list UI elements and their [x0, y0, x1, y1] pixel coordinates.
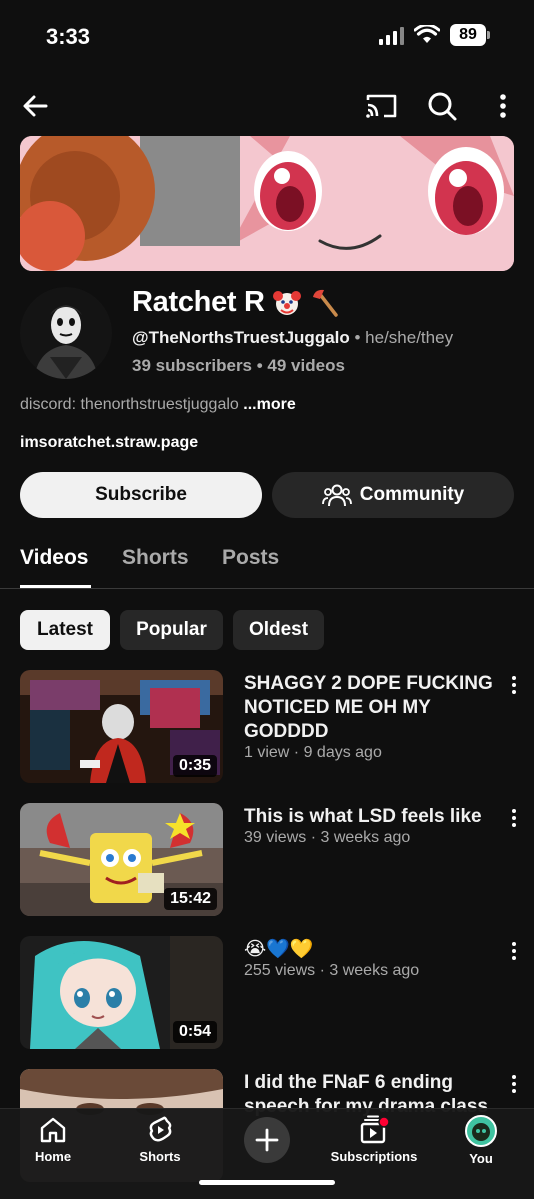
- profile-avatar-icon: [465, 1115, 497, 1147]
- channel-handle-line: @TheNorthsTruestJuggalo • he/she/they: [132, 328, 453, 348]
- clown-emoji-icon: [272, 290, 301, 315]
- channel-link[interactable]: imsoratchet.straw.page: [20, 434, 198, 452]
- bottom-navigation: Home Shorts Subscriptions You: [0, 1108, 534, 1199]
- video-duration: 15:42: [164, 888, 217, 910]
- more-options-icon[interactable]: [488, 88, 518, 124]
- cast-icon[interactable]: [362, 88, 400, 124]
- subscribe-label: Subscribe: [95, 484, 187, 505]
- subscribe-button[interactable]: Subscribe: [20, 472, 262, 518]
- create-button[interactable]: [244, 1117, 290, 1163]
- status-bar: 3:33 89: [0, 0, 534, 72]
- channel-tabs: Videos Shorts Posts: [0, 540, 534, 589]
- search-icon[interactable]: [424, 88, 460, 124]
- video-thumbnail[interactable]: 0:54: [20, 936, 223, 1049]
- cellular-signal-icon: [379, 25, 404, 45]
- video-count: 49 videos: [267, 356, 345, 375]
- filter-chip-latest[interactable]: Latest: [20, 610, 110, 650]
- battery-icon: 89: [450, 24, 490, 46]
- home-icon: [40, 1117, 66, 1143]
- nav-you[interactable]: You: [436, 1115, 526, 1166]
- plus-icon: [255, 1128, 279, 1152]
- channel-avatar[interactable]: [20, 287, 112, 379]
- video-duration: 0:35: [172, 755, 217, 777]
- video-duration: 0:54: [172, 1021, 217, 1043]
- app-bar: [0, 80, 534, 132]
- channel-description[interactable]: discord: thenorthstruestjuggalo ...more: [20, 396, 296, 414]
- nav-subscriptions-label: Subscriptions: [330, 1149, 418, 1164]
- channel-banner: [20, 136, 514, 271]
- subscriptions-icon: [360, 1115, 390, 1144]
- home-indicator: [199, 1180, 335, 1185]
- video-more-icon[interactable]: [504, 1073, 524, 1097]
- tab-videos[interactable]: Videos: [20, 546, 88, 570]
- video-meta: 255 views · 3 weeks ago: [244, 962, 420, 979]
- nav-you-label: You: [469, 1151, 493, 1166]
- community-icon: [321, 484, 352, 507]
- tab-posts[interactable]: Posts: [222, 546, 279, 570]
- nav-shorts-label: Shorts: [139, 1149, 181, 1164]
- nav-home-label: Home: [34, 1149, 72, 1164]
- back-arrow-icon[interactable]: [18, 88, 54, 124]
- video-thumbnail[interactable]: 0:35: [20, 670, 223, 783]
- separator-dot: •: [252, 356, 268, 375]
- nav-shorts[interactable]: Shorts: [115, 1115, 205, 1164]
- tab-shorts[interactable]: Shorts: [122, 546, 189, 570]
- channel-handle: @TheNorthsTruestJuggalo: [132, 328, 350, 347]
- description-text: discord: thenorthstruestjuggalo: [20, 396, 244, 413]
- community-button[interactable]: Community: [272, 472, 514, 518]
- video-title[interactable]: This is what LSD feels like: [244, 805, 496, 829]
- axe-emoji-icon: [312, 289, 338, 317]
- video-meta: 39 views · 3 weeks ago: [244, 829, 411, 846]
- battery-level: 89: [450, 24, 486, 46]
- community-label: Community: [359, 484, 465, 505]
- video-more-icon[interactable]: [504, 807, 524, 831]
- status-icons: 89: [379, 24, 490, 46]
- wifi-icon: [414, 25, 440, 43]
- nav-subscriptions[interactable]: Subscriptions: [318, 1115, 430, 1164]
- filter-chip-popular[interactable]: Popular: [120, 610, 223, 650]
- channel-pronouns: he/she/they: [365, 328, 454, 347]
- shorts-icon: [149, 1116, 172, 1142]
- video-meta: 1 view · 9 days ago: [244, 744, 382, 761]
- video-thumbnail[interactable]: 15:42: [20, 803, 223, 916]
- video-title[interactable]: 😭💙💛: [244, 938, 496, 962]
- channel-name-text: Ratchet R: [132, 286, 265, 318]
- video-more-icon[interactable]: [504, 674, 524, 698]
- active-tab-indicator: [20, 585, 91, 588]
- nav-home[interactable]: Home: [8, 1115, 98, 1164]
- subscriber-count: 39 subscribers: [132, 356, 253, 375]
- status-time: 3:33: [46, 24, 91, 49]
- channel-name: Ratchet R: [132, 286, 341, 319]
- filter-chip-oldest[interactable]: Oldest: [233, 610, 324, 650]
- more-link[interactable]: ...more: [243, 396, 295, 413]
- separator-dot: •: [349, 328, 366, 347]
- video-more-icon[interactable]: [504, 940, 524, 964]
- video-title[interactable]: SHAGGY 2 DOPE FUCKING NOTICED ME OH MY G…: [244, 672, 496, 744]
- channel-stats: 39 subscribers • 49 videos: [132, 356, 345, 376]
